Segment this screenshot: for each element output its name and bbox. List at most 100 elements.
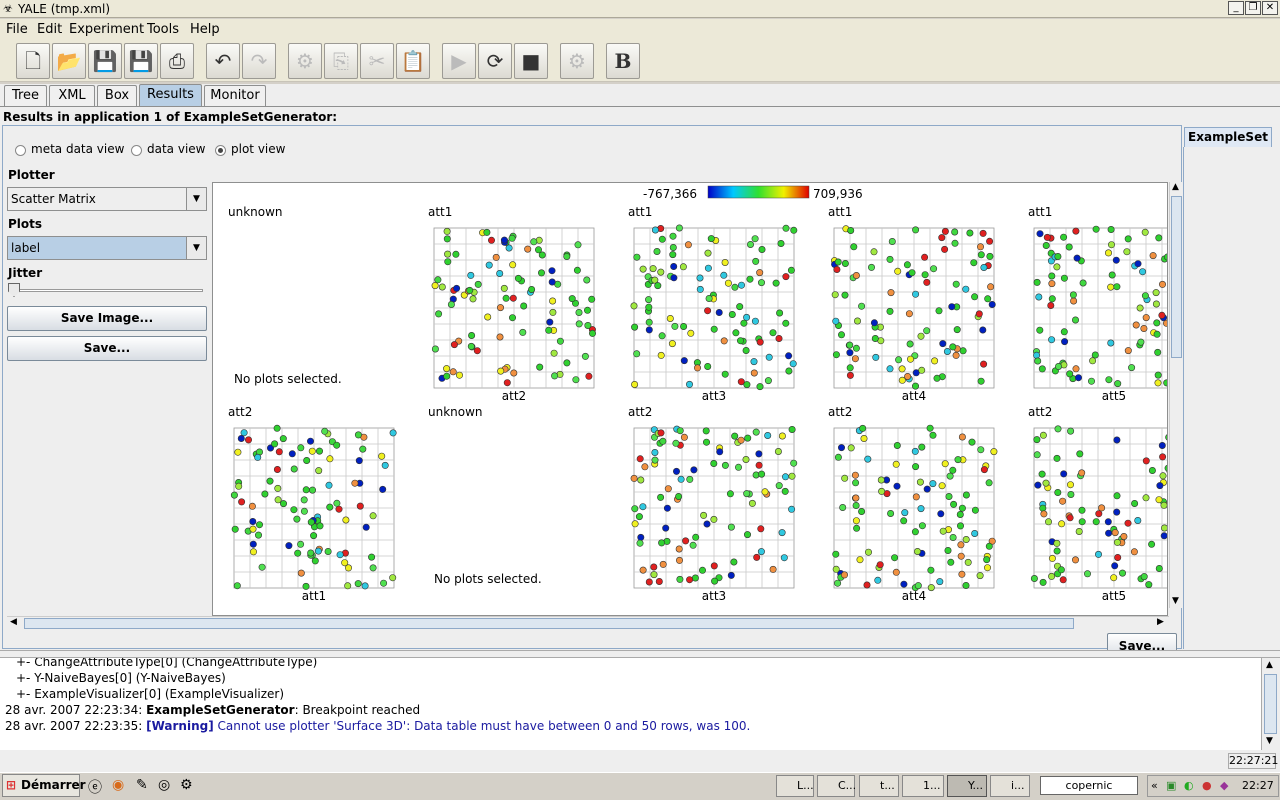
scatter-point [1033,436,1041,444]
log-scroll-thumb[interactable] [1264,674,1277,734]
scatter-point [682,537,690,545]
scatter-point [945,492,953,500]
plots-select[interactable]: label ▼ [7,236,207,260]
menu-help[interactable]: Help [190,22,220,37]
scatter-point [921,271,929,279]
save-disabled-icon[interactable]: 💾 [88,43,122,79]
scatter-point [1053,454,1061,462]
scatter-point [300,507,308,515]
scroll-down-icon[interactable]: ▼ [1266,736,1273,746]
tab-monitor[interactable]: Monitor [204,85,266,106]
tray-app-icon[interactable]: ◆ [1220,776,1228,796]
cell-ylabel: att1 [428,205,452,219]
menu-tools[interactable]: Tools [147,22,179,37]
wizard-icon[interactable]: ⚙ [560,43,594,79]
horizontal-scroll-thumb[interactable] [24,618,1074,629]
meta-data-view-label[interactable]: meta data view [31,142,124,156]
tab-box[interactable]: Box [97,85,137,106]
menu-file[interactable]: File [6,22,28,37]
scatter-point [1066,370,1074,378]
scatter-point [1074,374,1082,382]
vertical-scroll-thumb[interactable] [1171,196,1182,358]
tab-tree[interactable]: Tree [4,85,47,106]
scatter-point [583,276,591,284]
tab-exampleset[interactable]: ExampleSet [1184,127,1272,147]
new-file-icon[interactable]: 🗋 [16,43,50,79]
plot-view-radio[interactable] [215,145,226,156]
resume-icon[interactable]: ⟳ [478,43,512,79]
stop-icon[interactable]: ■ [514,43,548,79]
undo-icon[interactable]: ↶ [206,43,240,79]
plot-view-label[interactable]: plot view [231,142,285,156]
task-folder[interactable]: i... [990,775,1030,797]
chevron-down-icon[interactable]: ▼ [186,188,206,210]
scroll-left-icon[interactable]: ◀ [10,617,17,627]
task-c[interactable]: C... [817,775,856,797]
scatter-point [834,579,842,587]
scatter-point [354,431,362,439]
firefox-icon[interactable]: ◉ [112,777,124,793]
jitter-slider-track[interactable] [11,289,203,292]
maximize-button[interactable]: ❐ [1245,1,1261,15]
close-button[interactable]: ✕ [1262,1,1278,15]
minimize-button[interactable]: _ [1228,1,1244,15]
network-icon[interactable]: ▣ [1166,776,1176,796]
scatter-point [342,516,350,524]
open-folder-icon[interactable]: 📂 [52,43,86,79]
scatter-point [508,234,516,242]
scatter-point [846,371,854,379]
scroll-up-icon[interactable]: ▲ [1172,182,1179,192]
log-scrollbar[interactable]: ▲ ▼ [1262,658,1280,750]
menu-edit[interactable]: Edit [37,22,62,37]
task-1[interactable]: 1... [902,775,944,797]
task-firefox[interactable]: L... [776,775,814,797]
redo-icon[interactable]: ↷ [242,43,276,79]
taskbar-search-input[interactable]: copernic [1040,776,1138,795]
scatter-point [273,465,281,473]
ie-icon[interactable]: ⓔ [88,777,102,797]
task-t[interactable]: t... [859,775,899,797]
scroll-down-icon[interactable]: ▼ [1172,596,1179,606]
tray-app-icon[interactable]: ◐ [1184,776,1194,796]
scatter-point [670,274,678,282]
run-icon[interactable]: ▶ [442,43,476,79]
plot-horizontal-scrollbar[interactable]: ◀ ▶ [7,616,1169,630]
scatter-point [971,293,979,301]
data-view-radio[interactable] [131,145,142,156]
tray-expand-icon[interactable]: « [1151,776,1158,796]
tray-app-icon[interactable]: ● [1202,776,1212,796]
split-divider[interactable] [0,650,1280,658]
jitter-slider-handle[interactable] [8,283,20,297]
app-icon[interactable]: ◎ [158,777,170,793]
settings-icon[interactable]: ⚙ [180,777,193,793]
meta-data-view-radio[interactable] [15,145,26,156]
data-view-label[interactable]: data view [147,142,205,156]
plot-vertical-scrollbar[interactable]: ▲ ▼ [1169,182,1183,608]
chevron-down-icon[interactable]: ▼ [186,237,206,259]
scatter-point [1048,554,1056,562]
paste-icon[interactable]: 📋 [396,43,430,79]
scatter-point [1155,496,1163,504]
save-image-button[interactable]: Save Image... [7,306,207,331]
expand-icon[interactable]: ⚙ [288,43,322,79]
start-button[interactable]: ⊞ Démarrer [2,774,86,797]
copy-icon[interactable]: ⎘ [324,43,358,79]
print-icon[interactable]: ⎙ [160,43,194,79]
tab-xml[interactable]: XML [49,85,95,106]
task-yale[interactable]: Y... [947,775,987,797]
scatter-point [345,564,353,572]
scatter-point [639,503,647,511]
cell-ylabel: unknown [228,205,283,219]
tool-icon[interactable]: ✎ [136,777,148,793]
plotter-select[interactable]: Scatter Matrix ▼ [7,187,207,211]
cut-icon[interactable]: ✂ [360,43,394,79]
tab-results[interactable]: Results [139,84,202,106]
scatter-point [946,472,954,480]
breakpoint-icon[interactable]: B [606,43,640,79]
scatter-matrix-plot[interactable]: -767,366 709,936 unknown No plots selecte… [212,182,1168,616]
save-plot-button[interactable]: Save... [7,336,207,361]
scroll-up-icon[interactable]: ▲ [1266,660,1273,670]
save-as-icon[interactable]: 💾 [124,43,158,79]
scroll-right-icon[interactable]: ▶ [1157,617,1164,627]
menu-experiment[interactable]: Experiment [69,22,144,37]
